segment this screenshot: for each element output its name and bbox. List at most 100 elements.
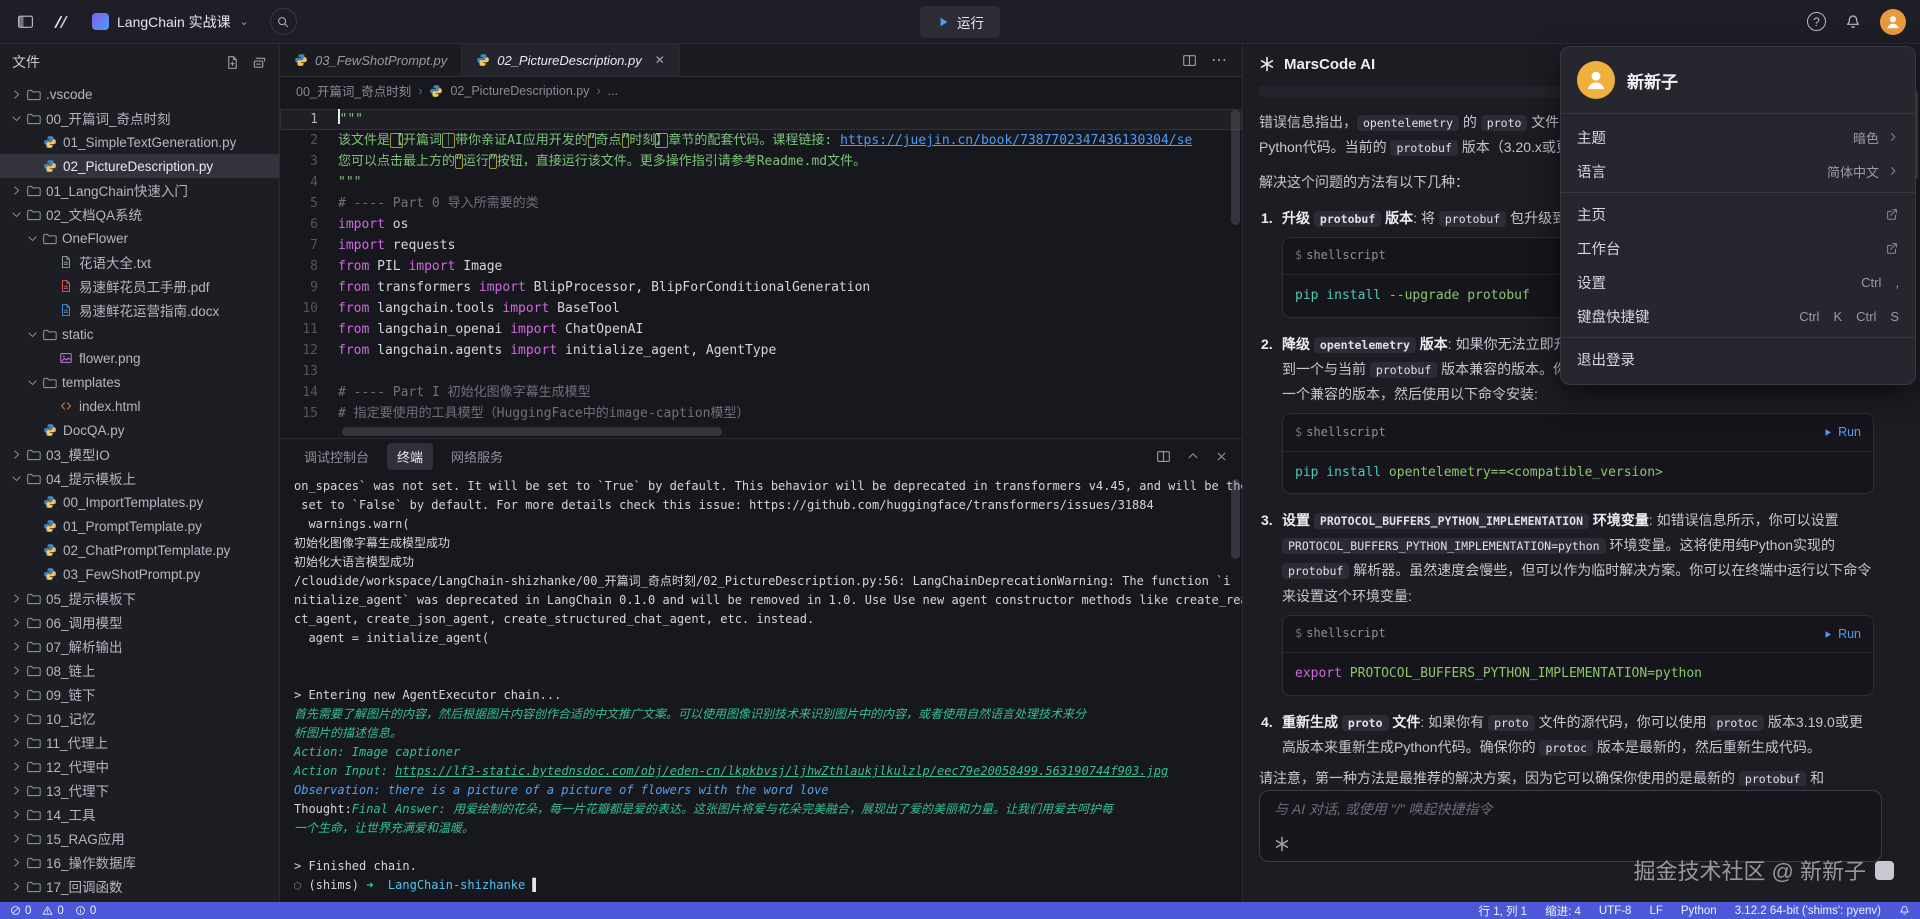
- tree-item-label: 花语大全.txt: [79, 252, 151, 272]
- terminal-tab[interactable]: 网络服务: [441, 443, 513, 470]
- project-selector[interactable]: LangChain 实战课 ⌄: [84, 8, 257, 36]
- tree-file[interactable]: 03_FewShotPrompt.py: [0, 562, 279, 586]
- tree-file[interactable]: 花语大全.txt: [0, 250, 279, 274]
- user-avatar[interactable]: [1880, 9, 1906, 35]
- user-menu-item[interactable]: 设置Ctrl,: [1561, 265, 1915, 299]
- tree-folder[interactable]: 03_模型IO: [0, 442, 279, 466]
- tree-folder[interactable]: 08_链上: [0, 658, 279, 682]
- tree-file[interactable]: 易速鲜花员工手册.pdf: [0, 274, 279, 298]
- warning-count[interactable]: 0: [42, 905, 63, 917]
- tree-folder[interactable]: 06_调用模型: [0, 610, 279, 634]
- tree-folder[interactable]: 04_提示模板上: [0, 466, 279, 490]
- language-mode[interactable]: Python: [1681, 905, 1717, 917]
- breadcrumb-item[interactable]: 00_开篇词_奇点时刻: [296, 81, 411, 100]
- close-tab-icon[interactable]: ✕: [655, 53, 665, 67]
- tree-item-label: 02_PictureDescription.py: [63, 159, 213, 174]
- user-menu-item[interactable]: 工作台: [1561, 231, 1915, 265]
- collapse-all-icon[interactable]: [252, 55, 267, 70]
- search-button[interactable]: [270, 8, 297, 35]
- tree-folder[interactable]: 07_解析输出: [0, 634, 279, 658]
- tree-file[interactable]: 00_ImportTemplates.py: [0, 490, 279, 514]
- tree-folder[interactable]: 05_提示模板下: [0, 586, 279, 610]
- close-panel-icon[interactable]: [1215, 450, 1228, 463]
- chevron-icon: [10, 184, 26, 197]
- list-number: 3.: [1261, 508, 1273, 533]
- tree-item-label: 16_操作数据库: [46, 852, 136, 872]
- eol-setting[interactable]: LF: [1649, 905, 1662, 917]
- user-menu-item[interactable]: 键盘快捷键CtrlKCtrlS: [1561, 299, 1915, 333]
- tree-folder[interactable]: 12_代理中: [0, 754, 279, 778]
- user-menu-item[interactable]: 退出登录: [1561, 342, 1915, 376]
- bell-icon[interactable]: [1842, 11, 1864, 33]
- tree-folder[interactable]: OneFlower: [0, 226, 279, 250]
- terminal-line: Thought:Final Answer: 用爱绘制的花朵，每一片花瓣都是爱的表…: [294, 800, 1242, 819]
- python-icon: [476, 53, 490, 67]
- tree-folder[interactable]: static: [0, 322, 279, 346]
- editor-tab[interactable]: 03_FewShotPrompt.py: [280, 44, 462, 76]
- info-count[interactable]: 0: [75, 905, 96, 917]
- ai-input[interactable]: [1274, 801, 1867, 817]
- editor-tab[interactable]: 02_PictureDescription.py✕: [462, 44, 680, 76]
- tree-file[interactable]: 02_ChatPromptTemplate.py: [0, 538, 279, 562]
- user-menu-item[interactable]: 主题暗色: [1561, 120, 1915, 154]
- shortcut-key: Ctrl: [1856, 309, 1876, 324]
- tree-folder[interactable]: 15_RAG应用: [0, 826, 279, 850]
- tree-folder[interactable]: 02_文档QA系统: [0, 202, 279, 226]
- terminal-tab[interactable]: 调试控制台: [294, 443, 379, 470]
- tree-folder[interactable]: 17_回调函数: [0, 874, 279, 898]
- line-number: 8: [280, 256, 338, 277]
- tree-folder[interactable]: templates: [0, 370, 279, 394]
- breadcrumb-item[interactable]: 02_PictureDescription.py: [450, 84, 589, 98]
- run-code-button[interactable]: Run: [1822, 421, 1861, 444]
- tree-file[interactable]: flower.png: [0, 346, 279, 370]
- tree-file[interactable]: 01_SimpleTextGeneration.py: [0, 130, 279, 154]
- tree-file[interactable]: 01_PromptTemplate.py: [0, 514, 279, 538]
- help-icon[interactable]: ?: [1807, 12, 1826, 31]
- code-editor[interactable]: 1"""2该文件是【开篇词｜带你亲证AI应用开发的“奇点”时刻】章节的配套代码。…: [280, 104, 1242, 438]
- tree-folder[interactable]: 13_代理下: [0, 778, 279, 802]
- py-file-icon: [43, 423, 63, 437]
- terminal-scrollbar[interactable]: [1231, 479, 1240, 559]
- indent-setting[interactable]: 缩进: 4: [1545, 903, 1581, 919]
- tree-file[interactable]: index.html: [0, 394, 279, 418]
- breadcrumb-item[interactable]: ...: [608, 84, 618, 98]
- split-terminal-icon[interactable]: [1156, 449, 1171, 464]
- explorer-title: 文件: [12, 52, 40, 72]
- split-editor-icon[interactable]: [1182, 53, 1197, 68]
- more-actions-icon[interactable]: ⋯: [1211, 50, 1228, 70]
- run-button[interactable]: 运行: [920, 6, 1000, 38]
- tree-folder[interactable]: 09_链下: [0, 682, 279, 706]
- horizontal-scrollbar[interactable]: [342, 427, 722, 436]
- new-file-icon[interactable]: [225, 55, 240, 70]
- editor-scrollbar[interactable]: [1231, 110, 1240, 225]
- chat-code-block: $shellscriptRunexport PROTOCOL_BUFFERS_P…: [1282, 615, 1874, 696]
- chevron-icon: [10, 736, 26, 749]
- code-line: 4""": [280, 172, 1242, 193]
- encoding[interactable]: UTF-8: [1599, 905, 1632, 917]
- user-menu-item[interactable]: 主页: [1561, 197, 1915, 231]
- statusbar-bell-icon[interactable]: [1899, 905, 1910, 916]
- tree-item-label: flower.png: [79, 351, 141, 366]
- tree-folder[interactable]: 00_开篇词_奇点时刻: [0, 106, 279, 130]
- tree-folder[interactable]: 01_LangChain快速入门: [0, 178, 279, 202]
- folder-icon: [42, 231, 62, 246]
- cursor-position[interactable]: 行 1, 列 1: [1479, 903, 1528, 919]
- run-code-button[interactable]: Run: [1822, 623, 1861, 646]
- line-number: 5: [280, 193, 338, 214]
- tree-folder[interactable]: 14_工具: [0, 802, 279, 826]
- tree-file[interactable]: 02_PictureDescription.py: [0, 154, 279, 178]
- maximize-panel-icon[interactable]: [1186, 449, 1200, 463]
- user-menu-item[interactable]: 语言简体中文: [1561, 154, 1915, 188]
- tree-file[interactable]: DocQA.py: [0, 418, 279, 442]
- tree-folder[interactable]: 10_记忆: [0, 706, 279, 730]
- tree-folder[interactable]: 11_代理上: [0, 730, 279, 754]
- terminal-tab[interactable]: 终端: [387, 443, 433, 470]
- terminal-output[interactable]: on_spaces` was not set. It will be set t…: [280, 473, 1242, 902]
- error-count[interactable]: 0: [10, 905, 31, 917]
- folder-icon: [26, 663, 46, 678]
- python-interpreter[interactable]: 3.12.2 64-bit ('shims': pyenv): [1735, 905, 1881, 917]
- tree-folder[interactable]: 16_操作数据库: [0, 850, 279, 874]
- tree-file[interactable]: 易速鲜花运营指南.docx: [0, 298, 279, 322]
- tree-folder[interactable]: .vscode: [0, 82, 279, 106]
- sidebar-toggle-icon[interactable]: [14, 11, 36, 33]
